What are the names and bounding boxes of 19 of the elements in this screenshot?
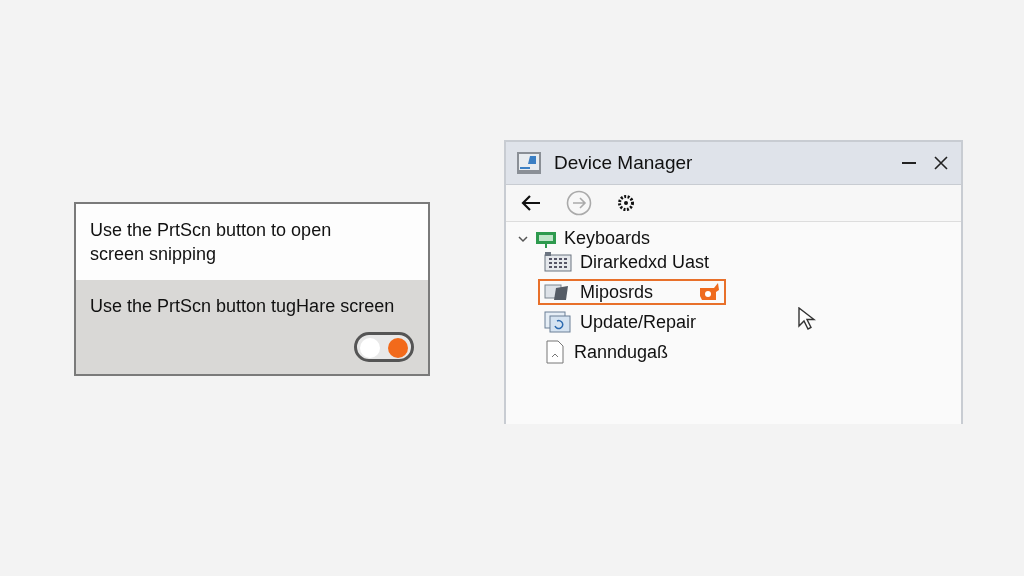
mouse-cursor-icon xyxy=(798,307,816,331)
tree-item[interactable]: Miposrds xyxy=(538,279,726,305)
close-icon xyxy=(933,155,949,171)
window-title: Device Manager xyxy=(554,152,694,174)
app-icon xyxy=(516,151,542,175)
setting-row[interactable]: Use the PrtScn button tugHare screen xyxy=(76,280,428,374)
setting-label: Use the PrtScn button tugHare screen xyxy=(90,295,396,318)
minimize-button[interactable] xyxy=(899,160,919,166)
tree-item[interactable]: Update/Repair xyxy=(538,309,726,335)
tree-item[interactable]: Ranndugaß xyxy=(538,339,726,365)
setting-label: Use the PrtScn button to open screen snipping xyxy=(90,219,333,266)
tree-category[interactable]: Keyboards xyxy=(564,228,651,249)
document-icon xyxy=(544,340,566,364)
toggle-switch[interactable] xyxy=(354,332,414,362)
window-icon xyxy=(544,311,572,333)
minimize-icon xyxy=(901,162,917,164)
tree-item[interactable]: Dirarkedxd Uast xyxy=(538,249,726,275)
settings-icon xyxy=(616,193,636,213)
back-arrow-icon xyxy=(520,194,542,212)
